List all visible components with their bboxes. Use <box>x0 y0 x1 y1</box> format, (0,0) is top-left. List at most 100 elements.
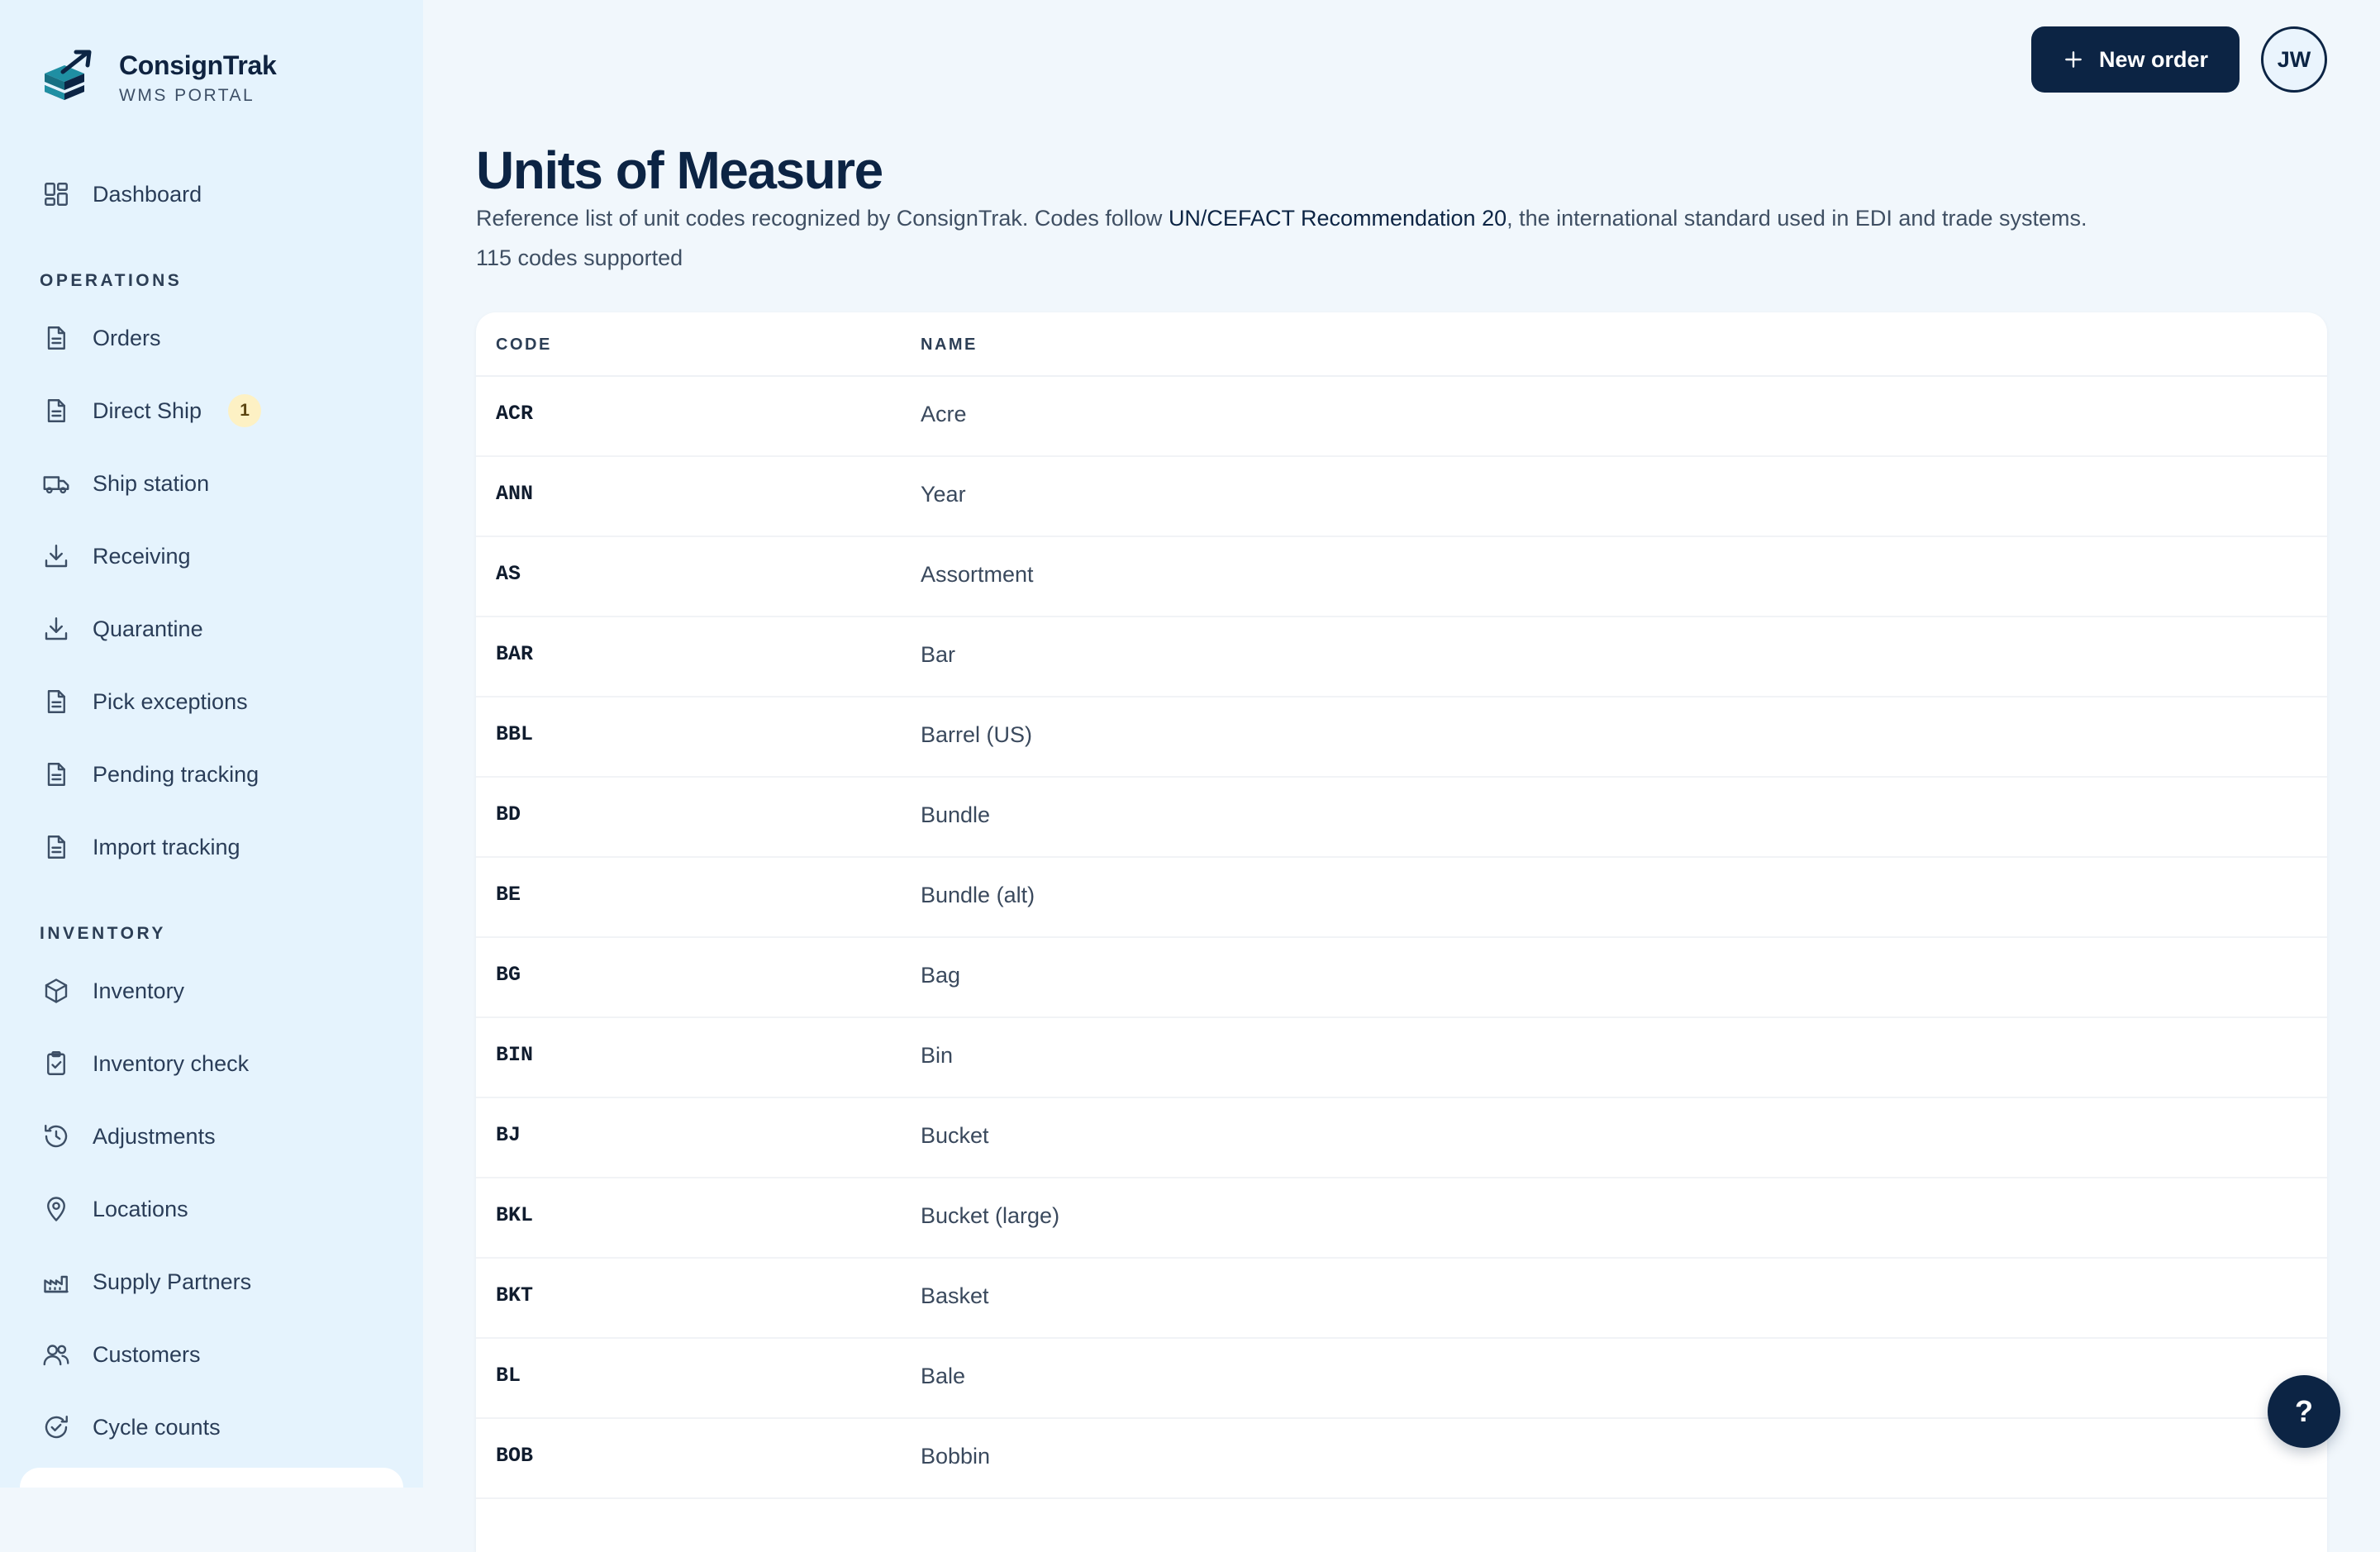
sidebar-item-label: Supply Partners <box>93 1269 252 1294</box>
unit-name: Bundle <box>921 802 991 827</box>
table-row[interactable]: BL Bale <box>476 1339 2327 1419</box>
unit-code: BD <box>496 802 521 826</box>
sidebar-item-receiving[interactable]: Receiving <box>40 531 387 581</box>
unit-name: Bar <box>921 642 956 667</box>
stacked-boxes-arrow-logo <box>45 50 92 100</box>
document-icon <box>40 685 73 718</box>
sidebar-item-label: Inventory <box>93 978 185 1003</box>
sidebar-item-import-tracking[interactable]: Import tracking <box>40 822 387 872</box>
unit-code: BJ <box>496 1123 521 1147</box>
unit-name: Bin <box>921 1043 954 1068</box>
refresh-check-icon <box>40 1411 73 1444</box>
sidebar-item-quarantine[interactable]: Quarantine <box>40 604 387 654</box>
sidebar-item-inventory-check[interactable]: Inventory check <box>40 1039 387 1088</box>
sidebar-item-label: Ship station <box>93 470 210 496</box>
download-tray-icon <box>40 540 73 573</box>
document-icon <box>40 321 73 355</box>
unit-code: BBL <box>496 722 534 746</box>
description-suffix: , the international standard used in EDI… <box>1507 206 2087 231</box>
unit-name: Bundle (alt) <box>921 883 1035 907</box>
sidebar-bottom-card <box>20 1468 403 1488</box>
table-row[interactable]: BIN Bin <box>476 1018 2327 1098</box>
sidebar-item-label: Import tracking <box>93 834 240 859</box>
table-row[interactable]: ANN Year <box>476 457 2327 537</box>
table-row[interactable]: AS Assortment <box>476 537 2327 617</box>
sidebar-item-cycle-counts[interactable]: Cycle counts <box>40 1402 387 1452</box>
sidebar-item-locations[interactable]: Locations <box>40 1184 387 1234</box>
help-button[interactable]: ? <box>2268 1375 2340 1448</box>
unit-name: Basket <box>921 1283 989 1308</box>
sidebar-item-label: Cycle counts <box>93 1414 221 1440</box>
un-cefact-link[interactable]: UN/CEFACT Recommendation 20 <box>1169 206 1507 231</box>
unit-name: Barrel (US) <box>921 722 1033 747</box>
sidebar-item-label: Dashboard <box>93 181 202 207</box>
sidebar-item-label: Direct Ship <box>93 398 202 423</box>
sidebar-item-label: Inventory check <box>93 1050 250 1076</box>
sidebar-item-ship-station[interactable]: Ship station <box>40 459 387 508</box>
table-row[interactable]: BE Bundle (alt) <box>476 858 2327 938</box>
users-icon <box>40 1338 73 1371</box>
document-icon <box>40 758 73 791</box>
sidebar-item-label: Locations <box>93 1196 188 1221</box>
table-row[interactable]: BJ Bucket <box>476 1098 2327 1178</box>
unit-name: Year <box>921 482 966 507</box>
sidebar-item-label: Pick exceptions <box>93 688 248 714</box>
sidebar-item-pending-tracking[interactable]: Pending tracking <box>40 750 387 799</box>
sidebar-item-label: Pending tracking <box>93 761 259 787</box>
column-header-code[interactable]: CODE <box>496 336 552 355</box>
history-icon <box>40 1120 73 1153</box>
unit-code: AS <box>496 562 521 586</box>
table-row[interactable]: BG Bag <box>476 938 2327 1018</box>
unit-code: BL <box>496 1364 521 1388</box>
sidebar-item-label: Quarantine <box>93 616 203 641</box>
table-row[interactable]: BBL Barrel (US) <box>476 697 2327 778</box>
table-header: CODE NAME <box>476 312 2327 377</box>
new-order-button[interactable]: New order <box>2031 26 2240 93</box>
sidebar: ConsignTrak WMS PORTAL Dashboard OPERATI… <box>0 0 423 1488</box>
sidebar-item-inventory[interactable]: Inventory <box>40 966 387 1016</box>
count-badge: 1 <box>228 394 262 427</box>
page-title: Units of Measure <box>476 140 883 200</box>
sidebar-item-customers[interactable]: Customers <box>40 1330 387 1379</box>
table-row[interactable]: BKL Bucket (large) <box>476 1178 2327 1259</box>
sidebar-item-label: Customers <box>93 1341 201 1367</box>
sidebar-item-supply-partners[interactable]: Supply Partners <box>40 1257 387 1307</box>
table-row[interactable]: ACR Acre <box>476 377 2327 457</box>
unit-name: Acre <box>921 402 967 426</box>
page-description: Reference list of unit codes recognized … <box>476 202 2087 235</box>
clipboard-check-icon <box>40 1047 73 1080</box>
units-table: CODE NAME ACR Acre ANN Year AS Assortmen… <box>476 312 2327 1552</box>
sidebar-item-direct-ship[interactable]: Direct Ship 1 <box>40 386 387 436</box>
table-row[interactable]: BKT Basket <box>476 1259 2327 1339</box>
description-prefix: Reference list of unit codes recognized … <box>476 206 1169 231</box>
unit-code: BKT <box>496 1283 534 1307</box>
unit-name: Assortment <box>921 562 1034 587</box>
new-order-label: New order <box>2098 46 2209 72</box>
brand-subtitle: WMS PORTAL <box>119 85 255 105</box>
unit-name: Bucket <box>921 1123 989 1148</box>
plus-icon <box>2063 49 2084 70</box>
unit-code: BOB <box>496 1444 534 1468</box>
table-row[interactable]: BD Bundle <box>476 778 2327 858</box>
table-row[interactable]: BOB Bobbin <box>476 1419 2327 1499</box>
sidebar-item-pick-exceptions[interactable]: Pick exceptions <box>40 677 387 726</box>
box-icon <box>40 974 73 1007</box>
truck-icon <box>40 467 73 500</box>
document-icon <box>40 831 73 864</box>
sidebar-item-orders[interactable]: Orders <box>40 313 387 363</box>
unit-code: ACR <box>496 402 534 426</box>
unit-name: Bale <box>921 1364 966 1388</box>
user-avatar[interactable]: JW <box>2261 26 2327 93</box>
section-heading-inventory: INVENTORY <box>40 924 166 943</box>
table-body: ACR Acre ANN Year AS Assortment BAR Bar … <box>476 377 2327 1499</box>
sidebar-item-adjustments[interactable]: Adjustments <box>40 1112 387 1161</box>
brand[interactable]: ConsignTrak WMS PORTAL <box>40 46 277 109</box>
sidebar-item-label: Orders <box>93 325 161 350</box>
column-header-name[interactable]: NAME <box>921 336 978 355</box>
document-icon <box>40 394 73 427</box>
sidebar-item-dashboard[interactable]: Dashboard <box>40 169 387 219</box>
factory-icon <box>40 1265 73 1298</box>
unit-name: Bucket (large) <box>921 1203 1060 1228</box>
table-row[interactable]: BAR Bar <box>476 617 2327 697</box>
unit-name: Bag <box>921 963 961 988</box>
